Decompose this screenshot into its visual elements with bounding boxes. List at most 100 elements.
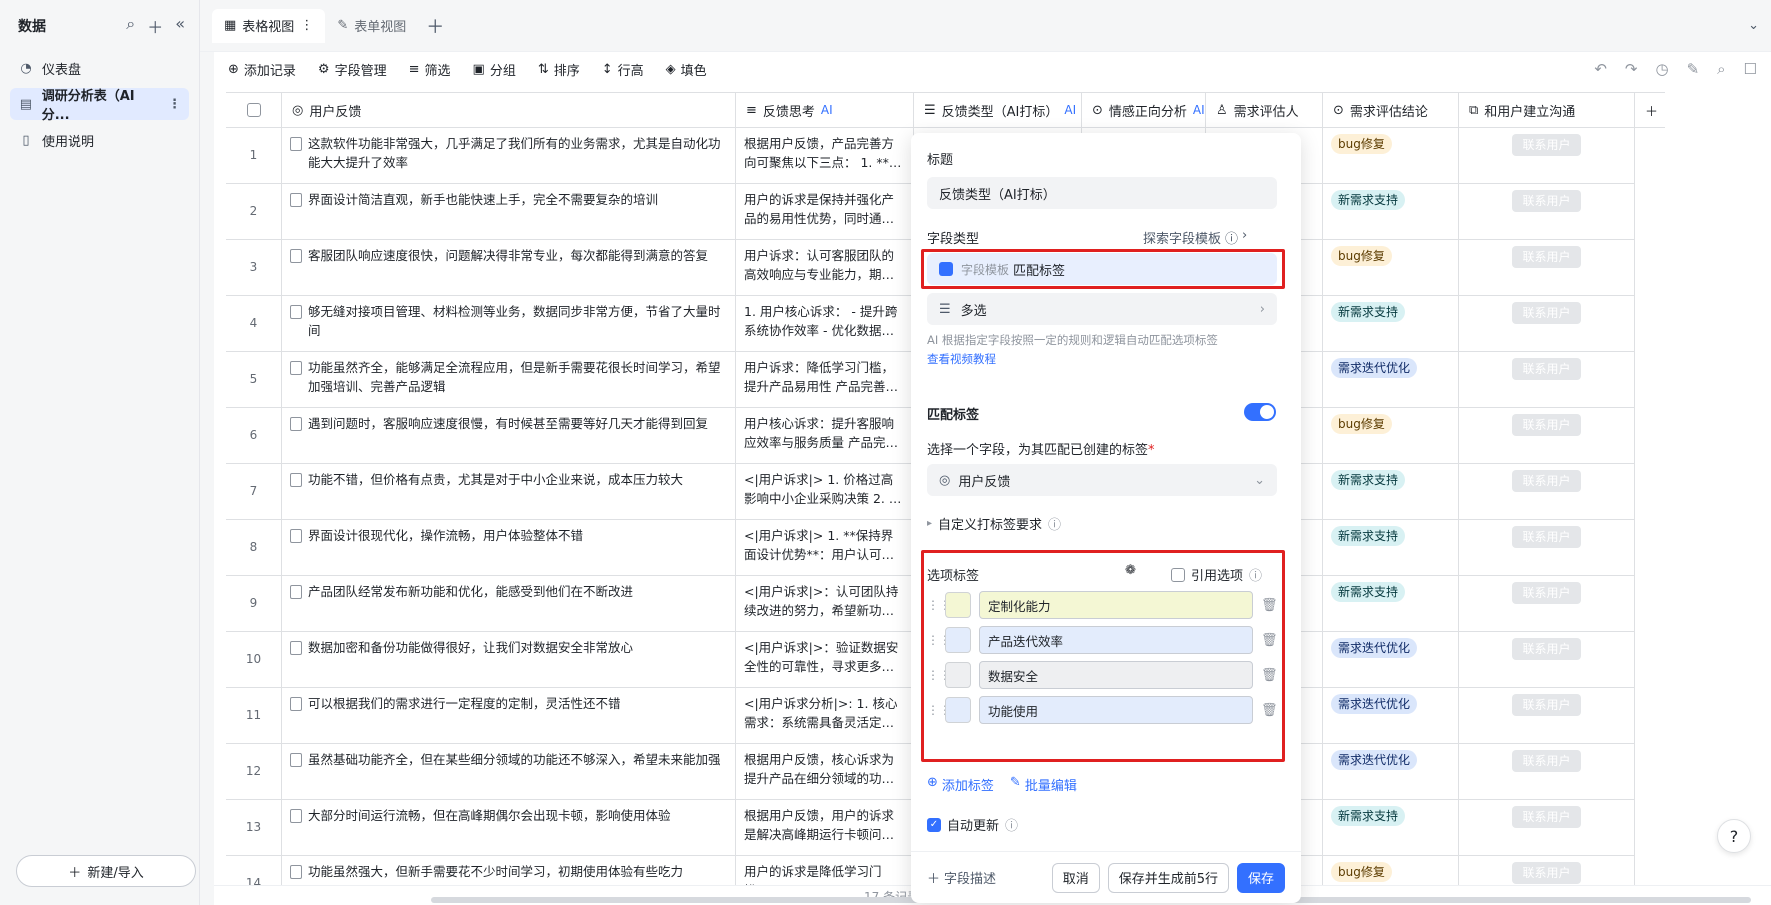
add-tag-button[interactable]: ⊕ 添加标签 [927, 775, 994, 794]
drag-handle-icon[interactable]: ⋮⋮ [927, 668, 951, 682]
video-tutorial-link[interactable]: 查看视频教程 [927, 351, 996, 367]
thinking-cell[interactable]: 用户诉求：降低学习门槛，提升产品易用性 产品完善方... [736, 352, 914, 407]
match-tags-toggle[interactable] [1244, 403, 1276, 421]
color-swatch[interactable] [945, 662, 971, 688]
drag-handle-icon[interactable]: ⋮⋮ [927, 703, 951, 717]
conclusion-cell[interactable]: 需求迭代优化 [1323, 744, 1459, 799]
sort-button[interactable]: ⇅ 排序 [538, 60, 580, 79]
title-input[interactable]: 反馈类型（AI打标） [927, 177, 1277, 209]
batch-edit-button[interactable]: ✎ 批量编辑 [1010, 775, 1077, 794]
thinking-cell[interactable]: <|用户诉求|> 1. **保持界面设计优势**：用户认可当前视... [736, 520, 914, 575]
feedback-cell[interactable]: 客服团队响应速度很快，问题解决得非常专业，每次都能得到满意的答复 [282, 240, 736, 295]
tab-grid-view[interactable]: ▦ 表格视图 ⋮ [212, 8, 326, 43]
feedback-cell[interactable]: 这款软件功能非常强大，几乎满足了我们所有的业务需求，尤其是自动化功能大大提升了效… [282, 128, 736, 183]
color-swatch[interactable] [945, 697, 971, 723]
contact-user-button[interactable]: 联系用户 [1512, 358, 1581, 380]
more-icon[interactable]: ⋮ [168, 97, 181, 112]
trash-icon[interactable]: 🗑 [1261, 703, 1278, 718]
thinking-cell[interactable]: 用户的诉求是降低学习门槛... [736, 856, 914, 887]
feedback-cell[interactable]: 界面设计简洁直观，新手也能快速上手，完全不需要复杂的培训 [282, 184, 736, 239]
drag-handle-icon[interactable]: ⋮⋮ [927, 633, 951, 647]
col-header-contact[interactable]: ⧉ 和用户建立沟通 [1459, 93, 1635, 127]
thinking-cell[interactable]: 用户诉求：认可客服团队的高效响应与专业能力，期待持... [736, 240, 914, 295]
contact-user-button[interactable]: 联系用户 [1512, 470, 1581, 492]
group-button[interactable]: ▣ 分组 [473, 60, 516, 79]
sidebar-item-guide[interactable]: ▯ 使用说明 [10, 124, 189, 156]
select-all-checkbox[interactable] [246, 103, 261, 117]
contact-user-button[interactable]: 联系用户 [1512, 862, 1581, 884]
drag-handle-icon[interactable]: ⋮⋮ [927, 598, 951, 612]
conclusion-cell[interactable]: 新需求支持 [1323, 464, 1459, 519]
search-icon[interactable]: ⌕ [126, 14, 135, 38]
feedback-cell[interactable]: 功能虽然齐全，能够满足全流程应用，但是新手需要花很长时间学习，希望加强培训、完善… [282, 352, 736, 407]
feedback-cell[interactable]: 功能虽然强大，但新手需要花不少时间学习，初期使用体验有些吃力 [282, 856, 736, 887]
color-swatch[interactable] [945, 627, 971, 653]
thinking-cell[interactable]: 根据用户反馈，核心诉求为提升产品在细分领域的功能深... [736, 744, 914, 799]
check-icon[interactable]: ✓ [927, 817, 941, 832]
conclusion-cell[interactable]: bug修复 [1323, 128, 1459, 183]
thinking-cell[interactable]: 根据用户反馈，产品完善方向可聚焦以下三点： 1. **深... [736, 128, 914, 183]
conclusion-cell[interactable]: 新需求支持 [1323, 576, 1459, 631]
field-description-button[interactable]: ＋字段描述 [927, 868, 996, 887]
add-record-button[interactable]: ⊕ 添加记录 [228, 60, 296, 79]
option-tag-input[interactable]: 产品迭代效率 [979, 626, 1253, 654]
multi-select-type[interactable]: ☰ 多选 › [927, 293, 1277, 325]
thinking-cell[interactable]: 用户核心诉求：提升客服响应效率与服务质量 产品完善... [736, 408, 914, 463]
feedback-cell[interactable]: 够无缝对接项目管理、材料检测等业务，数据同步非常方便，节省了大量时间 [282, 296, 736, 351]
contact-user-button[interactable]: 联系用户 [1512, 582, 1581, 604]
field-manage-button[interactable]: ⚙ 字段管理 [318, 60, 387, 79]
history-icon[interactable]: ◷ [1655, 60, 1668, 78]
col-header-emotion[interactable]: ⊙ 情感正向分析 AI [1082, 93, 1206, 127]
row-height-button[interactable]: ↕ 行高 [602, 60, 644, 79]
conclusion-cell[interactable]: 需求迭代优化 [1323, 688, 1459, 743]
chevron-down-icon[interactable]: ⌄ [1748, 18, 1759, 33]
contact-user-button[interactable]: 联系用户 [1512, 694, 1581, 716]
edit-icon[interactable]: ✎ [1687, 60, 1700, 78]
conclusion-cell[interactable]: 需求迭代优化 [1323, 352, 1459, 407]
trash-icon[interactable]: 🗑 [1261, 598, 1278, 613]
feedback-cell[interactable]: 遇到问题时，客服响应速度很慢，有时候甚至需要等好几天才能得到回复 [282, 408, 736, 463]
col-header-conclusion[interactable]: ⊙ 需求评估结论 [1323, 93, 1459, 127]
conclusion-cell[interactable]: 新需求支持 [1323, 800, 1459, 855]
trash-icon[interactable]: 🗑 [1261, 633, 1278, 648]
auto-update-checkbox[interactable]: ✓ 自动更新 ⓘ [927, 815, 1018, 834]
feedback-cell[interactable]: 可以根据我们的需求进行一定程度的定制，灵活性还不错 [282, 688, 736, 743]
filter-button[interactable]: ≡ 筛选 [409, 60, 451, 79]
color-swatch[interactable] [945, 592, 971, 618]
conclusion-cell[interactable]: bug修复 [1323, 240, 1459, 295]
sidebar-item-survey-table[interactable]: ▤ 调研分析表（AI分... ⋮ [10, 88, 189, 123]
thinking-cell[interactable]: <|用户诉求|>：认可团队持续改进的努力，希望新功能发... [736, 576, 914, 631]
save-button[interactable]: 保存 [1236, 862, 1285, 893]
redo-icon[interactable]: ↷ [1625, 60, 1638, 78]
conclusion-cell[interactable]: 需求迭代优化 [1323, 632, 1459, 687]
custom-requirements-toggle[interactable]: ▸ 自定义打标签要求 ⓘ [927, 514, 1061, 533]
reference-options-checkbox[interactable]: 引用选项 ⓘ [1171, 565, 1262, 584]
feedback-cell[interactable]: 虽然基础功能齐全，但在某些细分领域的功能还不够深入，希望未来能加强 [282, 744, 736, 799]
contact-user-button[interactable]: 联系用户 [1512, 302, 1581, 324]
contact-user-button[interactable]: 联系用户 [1512, 638, 1581, 660]
contact-user-button[interactable]: 联系用户 [1512, 750, 1581, 772]
plus-icon[interactable]: ＋ [147, 14, 163, 38]
thinking-cell[interactable]: 用户的诉求是保持并强化产品的易用性优势，同时通过智... [736, 184, 914, 239]
contact-user-button[interactable]: 联系用户 [1512, 414, 1581, 436]
source-field-select[interactable]: ◎ 用户反馈 ⌄ [927, 464, 1277, 496]
thinking-cell[interactable]: <|用户诉求分析|>: 1. 核心需求：系统需具备灵活定制能... [736, 688, 914, 743]
contact-user-button[interactable]: 联系用户 [1512, 134, 1581, 156]
undo-icon[interactable]: ↶ [1594, 60, 1607, 78]
sidebar-item-dashboard[interactable]: ◔ 仪表盘 [10, 52, 189, 84]
option-tag-input[interactable]: 数据安全 [979, 661, 1253, 689]
add-column-button[interactable]: ＋ [1635, 93, 1665, 127]
thinking-cell[interactable]: <|用户诉求|> 1. 价格过高影响中小企业采购决策 2. 需要... [736, 464, 914, 519]
trash-icon[interactable]: 🗑 [1261, 668, 1278, 683]
search-icon[interactable]: ⌕ [1717, 60, 1725, 78]
tab-form-view[interactable]: ✎ 表单视图 [325, 9, 418, 43]
color-palette-icon[interactable]: ❁ [1125, 563, 1136, 578]
select-all-cell[interactable] [226, 93, 282, 127]
new-import-button[interactable]: ＋ 新建/导入 [16, 855, 196, 887]
contact-user-button[interactable]: 联系用户 [1512, 806, 1581, 828]
conclusion-cell[interactable]: 新需求支持 [1323, 520, 1459, 575]
contact-user-button[interactable]: 联系用户 [1512, 526, 1581, 548]
conclusion-cell[interactable]: bug修复 [1323, 856, 1459, 887]
contact-user-button[interactable]: 联系用户 [1512, 246, 1581, 268]
collapse-icon[interactable]: « [175, 14, 185, 38]
